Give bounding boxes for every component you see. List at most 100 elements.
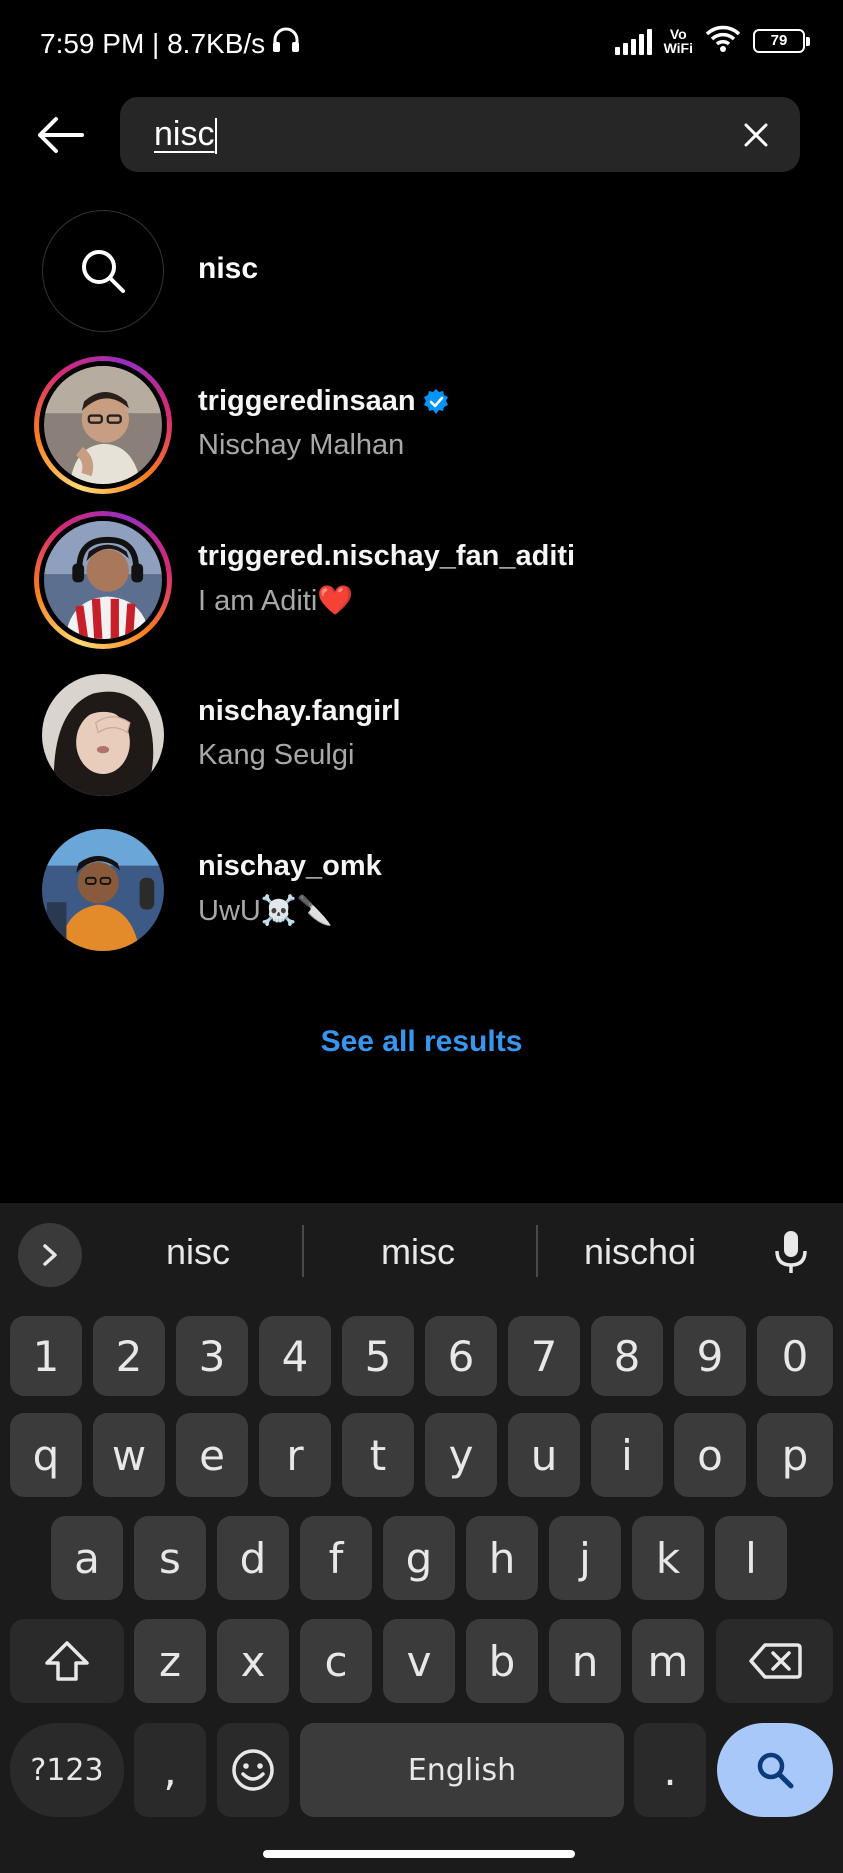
back-button[interactable] xyxy=(30,105,90,165)
status-time-speed: 7:59 PM | 8.7KB/s xyxy=(40,27,266,59)
query-suggestion-row[interactable]: nisc xyxy=(0,200,843,340)
key-v[interactable]: v xyxy=(383,1619,455,1703)
back-arrow-icon xyxy=(38,117,84,153)
keyboard-suggestion[interactable]: misc xyxy=(318,1231,518,1273)
vowifi-icon: Vo WiFi xyxy=(663,25,693,56)
key-k[interactable]: k xyxy=(632,1516,704,1600)
story-ring xyxy=(34,511,172,649)
result-subtitle: Kang Seulgi xyxy=(198,739,355,771)
result-username: triggered.nischay_fan_aditi xyxy=(198,540,576,572)
result-username: triggeredinsaan xyxy=(198,385,450,418)
backspace-key[interactable] xyxy=(716,1619,833,1703)
key-o[interactable]: o xyxy=(674,1413,746,1497)
search-result-row[interactable]: triggeredinsaan Nischay Malhan xyxy=(0,355,843,495)
status-left: 7:59 PM | 8.7KB/s xyxy=(40,26,301,61)
chevron-right-icon xyxy=(43,1244,57,1266)
headphones-icon xyxy=(271,26,301,61)
key-n[interactable]: n xyxy=(549,1619,621,1703)
key-5[interactable]: 5 xyxy=(342,1316,414,1396)
key-m[interactable]: m xyxy=(632,1619,704,1703)
key-x[interactable]: x xyxy=(217,1619,289,1703)
text-caret xyxy=(215,118,218,155)
key-q[interactable]: q xyxy=(10,1413,82,1497)
microphone-icon xyxy=(775,1231,807,1273)
key-0[interactable]: 0 xyxy=(757,1316,833,1396)
space-bar[interactable]: English xyxy=(300,1723,624,1817)
key-8[interactable]: 8 xyxy=(591,1316,663,1396)
key-7[interactable]: 7 xyxy=(508,1316,580,1396)
result-username: nischay_omk xyxy=(198,850,382,882)
battery-icon: 79 xyxy=(753,28,810,53)
key-t[interactable]: t xyxy=(342,1413,414,1497)
symbols-key[interactable]: ?123 xyxy=(10,1723,124,1817)
suggestion-divider xyxy=(302,1225,304,1277)
keyboard-suggestion[interactable]: nisc xyxy=(98,1231,298,1273)
key-g[interactable]: g xyxy=(383,1516,455,1600)
key-r[interactable]: r xyxy=(259,1413,331,1497)
home-indicator[interactable] xyxy=(263,1850,575,1858)
search-query-text[interactable]: nisc xyxy=(154,115,218,155)
verified-badge-icon xyxy=(423,388,448,414)
keyboard-search-key[interactable] xyxy=(717,1723,833,1817)
search-icon xyxy=(757,1752,794,1789)
battery-level: 79 xyxy=(770,32,788,49)
avatar xyxy=(44,521,162,639)
key-u[interactable]: u xyxy=(508,1413,580,1497)
see-all-results-link[interactable]: See all results xyxy=(0,1025,843,1059)
key-p[interactable]: p xyxy=(757,1413,833,1497)
key-w[interactable]: w xyxy=(93,1413,165,1497)
shift-key[interactable] xyxy=(10,1619,124,1703)
suggestion-divider xyxy=(536,1225,538,1277)
result-username: nischay.fangirl xyxy=(198,695,401,727)
key-y[interactable]: y xyxy=(425,1413,497,1497)
key-a[interactable]: a xyxy=(51,1516,123,1600)
key-f[interactable]: f xyxy=(300,1516,372,1600)
key-6[interactable]: 6 xyxy=(425,1316,497,1396)
search-result-row[interactable]: nischay.fangirl Kang Seulgi xyxy=(0,665,843,805)
keyboard-suggestion-bar: nisc misc nischoi xyxy=(0,1203,843,1303)
query-suggestion-text: nisc xyxy=(198,252,259,285)
avatar xyxy=(44,366,162,484)
search-result-row[interactable]: triggered.nischay_fan_aditi I am Aditi❤️ xyxy=(0,510,843,650)
key-3[interactable]: 3 xyxy=(176,1316,248,1396)
comma-key[interactable]: , xyxy=(134,1723,206,1817)
key-l[interactable]: l xyxy=(715,1516,787,1600)
key-e[interactable]: e xyxy=(176,1413,248,1497)
key-4[interactable]: 4 xyxy=(259,1316,331,1396)
keyboard-suggestion[interactable]: nischoi xyxy=(540,1231,740,1273)
key-1[interactable]: 1 xyxy=(10,1316,82,1396)
key-z[interactable]: z xyxy=(134,1619,206,1703)
key-s[interactable]: s xyxy=(134,1516,206,1600)
emoji-icon xyxy=(232,1749,274,1791)
key-9[interactable]: 9 xyxy=(674,1316,746,1396)
result-subtitle: I am Aditi❤️ xyxy=(198,585,354,617)
microphone-button[interactable] xyxy=(769,1227,813,1277)
keyboard-expand-button[interactable] xyxy=(18,1223,82,1287)
status-bar: 7:59 PM | 8.7KB/s Vo WiFi 79 xyxy=(0,0,843,90)
avatar xyxy=(42,829,164,951)
soft-keyboard: nisc misc nischoi 1 2 3 4 5 6 7 8 9 0 q … xyxy=(0,1203,843,1873)
close-icon xyxy=(744,123,768,147)
search-icon-circle xyxy=(42,210,164,332)
backspace-icon xyxy=(748,1643,802,1679)
signal-icon xyxy=(614,27,652,55)
key-j[interactable]: j xyxy=(549,1516,621,1600)
key-c[interactable]: c xyxy=(300,1619,372,1703)
search-input[interactable]: nisc xyxy=(120,97,800,172)
period-key[interactable]: . xyxy=(634,1723,706,1817)
emoji-key[interactable] xyxy=(217,1723,289,1817)
result-subtitle: Nischay Malhan xyxy=(198,429,405,461)
key-2[interactable]: 2 xyxy=(93,1316,165,1396)
shift-arrow-icon xyxy=(45,1641,89,1681)
status-right: Vo WiFi 79 xyxy=(614,24,810,57)
key-d[interactable]: d xyxy=(217,1516,289,1600)
key-i[interactable]: i xyxy=(591,1413,663,1497)
search-icon xyxy=(82,250,125,293)
key-h[interactable]: h xyxy=(466,1516,538,1600)
key-b[interactable]: b xyxy=(466,1619,538,1703)
wifi-icon xyxy=(705,24,741,57)
story-ring xyxy=(34,356,172,494)
result-subtitle: UwU☠️🔪 xyxy=(198,895,334,927)
clear-search-button[interactable] xyxy=(736,115,776,155)
search-result-row[interactable]: nischay_omk UwU☠️🔪 xyxy=(0,820,843,960)
